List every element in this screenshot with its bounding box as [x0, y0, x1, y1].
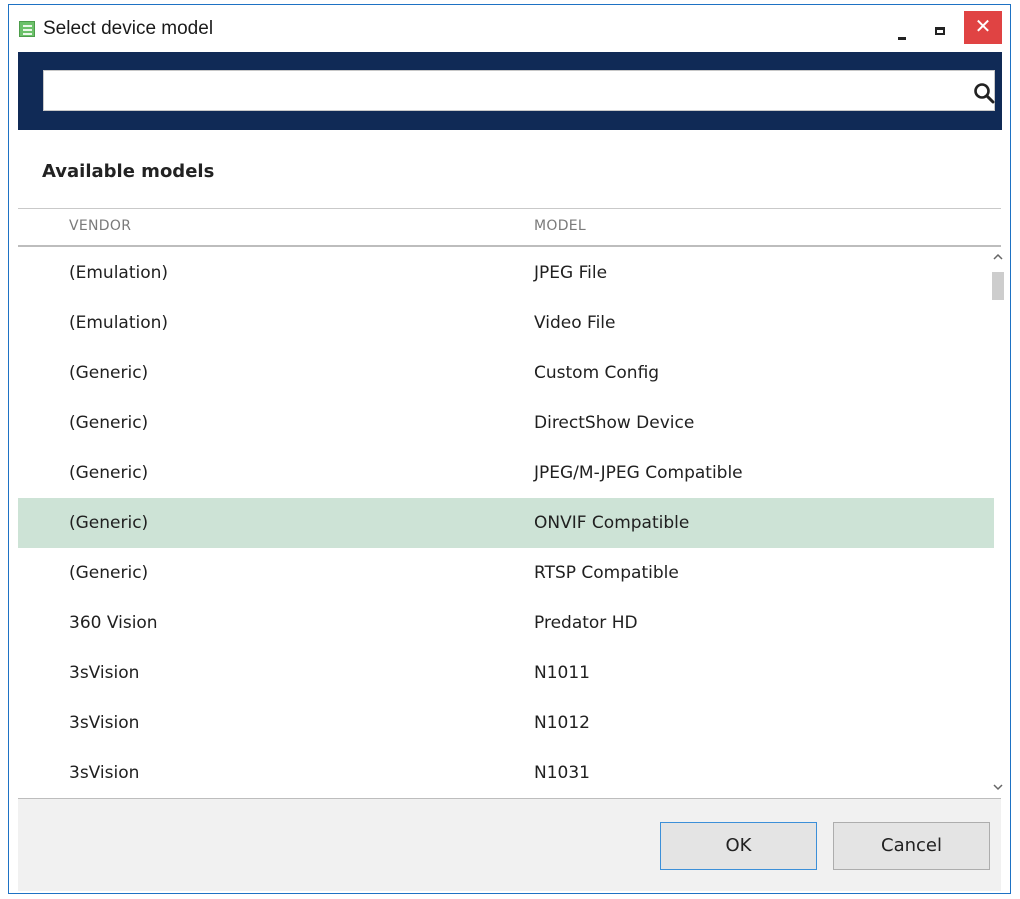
vendor-cell: (Generic) — [69, 563, 149, 583]
vendor-cell: 3sVision — [69, 663, 140, 683]
search-icon[interactable] — [973, 82, 995, 104]
select-device-model-dialog: Select device model ✕ Available models V… — [8, 4, 1011, 894]
vertical-scrollbar[interactable] — [992, 248, 1004, 798]
table-row[interactable]: 3sVision N1012 — [18, 698, 994, 748]
search-band — [18, 52, 1002, 130]
window-title: Select device model — [43, 18, 214, 39]
table-row[interactable]: 3sVision N1031 — [18, 748, 994, 798]
column-header-model[interactable]: MODEL — [534, 218, 586, 234]
ok-button[interactable]: OK — [660, 822, 817, 870]
vendor-cell: 360 Vision — [69, 613, 158, 633]
model-cell: N1012 — [534, 713, 590, 733]
table-row-selected[interactable]: (Generic) ONVIF Compatible — [18, 498, 994, 548]
model-cell: N1011 — [534, 663, 590, 683]
close-icon: ✕ — [974, 14, 992, 38]
vendor-cell: (Generic) — [69, 413, 149, 433]
model-cell: Video File — [534, 313, 616, 333]
cancel-button[interactable]: Cancel — [833, 822, 990, 870]
vendor-cell: 3sVision — [69, 713, 140, 733]
title-bar[interactable]: Select device model ✕ — [9, 5, 1010, 51]
minimize-button[interactable] — [881, 15, 921, 45]
dialog-footer: OK Cancel — [18, 799, 1001, 891]
table-body: (Emulation) JPEG File (Emulation) Video Fil… — [18, 248, 994, 798]
table-row[interactable]: 360 Vision Predator HD — [18, 598, 994, 648]
header-divider — [18, 245, 1001, 247]
column-header-vendor[interactable]: VENDOR — [69, 218, 131, 234]
table-row[interactable]: (Emulation) JPEG File — [18, 248, 994, 298]
section-title: Available models — [42, 161, 215, 182]
scrollbar-thumb[interactable] — [992, 272, 1004, 300]
maximize-icon — [935, 27, 945, 35]
table-top-divider — [18, 208, 1001, 209]
vendor-cell: (Generic) — [69, 513, 149, 533]
scroll-up-icon[interactable] — [992, 250, 1004, 264]
model-cell: JPEG/M-JPEG Compatible — [534, 463, 743, 483]
model-cell: Predator HD — [534, 613, 638, 633]
table-row[interactable]: (Generic) Custom Config — [18, 348, 994, 398]
table-row[interactable]: (Emulation) Video File — [18, 298, 994, 348]
model-cell: Custom Config — [534, 363, 660, 383]
model-cell: DirectShow Device — [534, 413, 695, 433]
model-cell: RTSP Compatible — [534, 563, 679, 583]
vendor-cell: (Emulation) — [69, 263, 169, 283]
vendor-cell: (Generic) — [69, 463, 149, 483]
models-table: VENDOR MODEL (Emulation) JPEG File (Emulat… — [18, 208, 1004, 799]
scroll-down-icon[interactable] — [992, 780, 1004, 794]
table-row[interactable]: (Generic) RTSP Compatible — [18, 548, 994, 598]
model-cell: JPEG File — [534, 263, 608, 283]
vendor-cell: (Generic) — [69, 363, 149, 383]
search-input[interactable] — [43, 70, 995, 111]
vendor-cell: (Emulation) — [69, 313, 169, 333]
table-row[interactable]: (Generic) DirectShow Device — [18, 398, 994, 448]
vendor-cell: 3sVision — [69, 763, 140, 783]
minimize-icon — [898, 37, 906, 40]
close-button[interactable]: ✕ — [964, 11, 1002, 44]
table-row[interactable]: (Generic) JPEG/M-JPEG Compatible — [18, 448, 994, 498]
model-cell: N1031 — [534, 763, 590, 783]
model-cell: ONVIF Compatible — [534, 513, 690, 533]
maximize-button[interactable] — [921, 15, 961, 45]
app-icon — [19, 21, 35, 37]
table-row[interactable]: 3sVision N1011 — [18, 648, 994, 698]
